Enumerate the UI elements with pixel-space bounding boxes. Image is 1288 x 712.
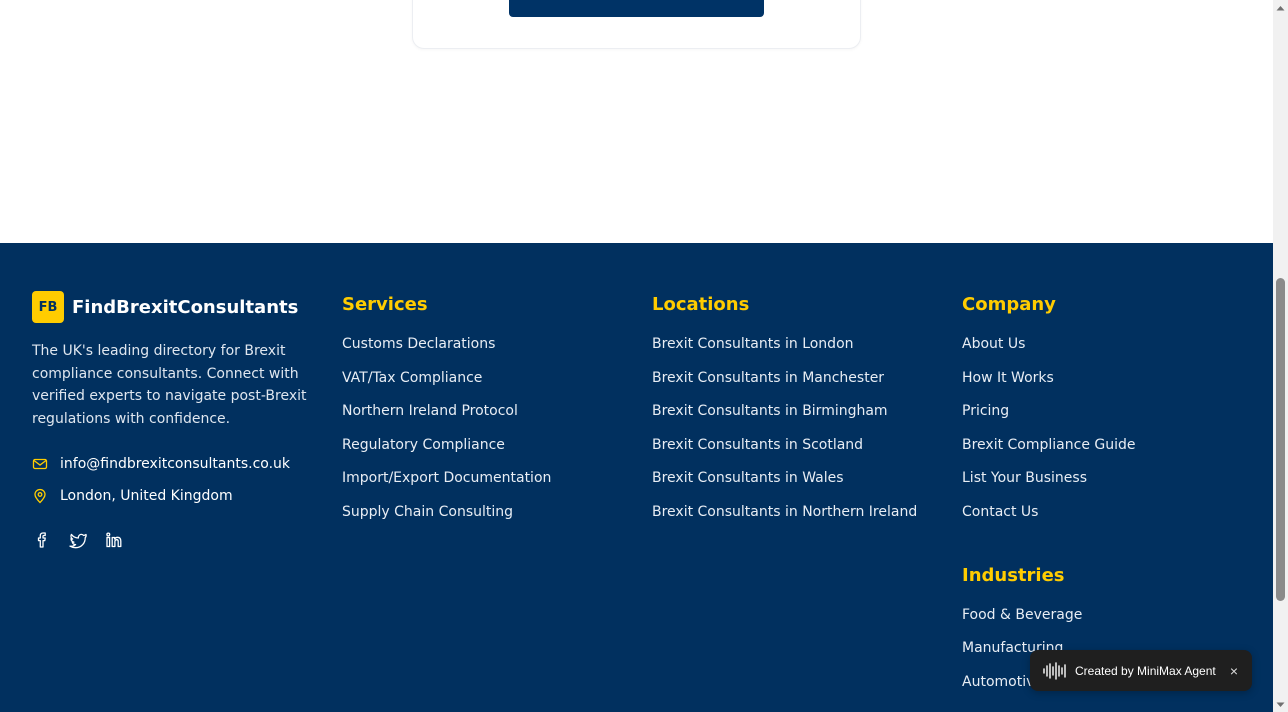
footer-link[interactable]: Brexit Compliance Guide [962, 436, 1252, 470]
mail-icon [32, 456, 48, 472]
contact-email-text: info@findbrexitconsultants.co.uk [60, 455, 291, 472]
brand-logo: FB [32, 291, 64, 323]
locations-heading: Locations [652, 294, 750, 315]
map-pin-icon [32, 488, 48, 504]
footer-link[interactable]: VAT/Tax Compliance [342, 369, 632, 403]
company-link-contact[interactable]: Contact Us [962, 504, 1038, 520]
company-link-pricing[interactable]: Pricing [962, 403, 1009, 419]
footer-link[interactable]: Brexit Consultants in London [652, 335, 942, 369]
locations-link-scotland[interactable]: Brexit Consultants in Scotland [652, 437, 863, 453]
contact-location: London, United Kingdom [32, 486, 317, 506]
locations-link-manchester[interactable]: Brexit Consultants in Manchester [652, 370, 884, 386]
services-link-import-export[interactable]: Import/Export Documentation [342, 470, 551, 486]
company-link-about[interactable]: About Us [962, 336, 1025, 352]
footer-link[interactable]: Northern Ireland Protocol [342, 402, 632, 436]
footer-company-column: Company About Us How It Works Pricing Br… [962, 291, 1252, 706]
footer-link[interactable]: Import/Export Documentation [342, 469, 632, 503]
contact-location-text: London, United Kingdom [60, 487, 233, 504]
vertical-scrollbar[interactable] [1273, 0, 1288, 712]
footer-link[interactable]: Regulatory Compliance [342, 436, 632, 470]
close-icon[interactable]: × [1230, 663, 1238, 679]
facebook-icon[interactable] [32, 530, 52, 550]
services-link-ni-protocol[interactable]: Northern Ireland Protocol [342, 403, 518, 419]
footer-link[interactable]: Food & Beverage [962, 606, 1252, 640]
locations-links: Brexit Consultants in London Brexit Cons… [652, 335, 942, 537]
footer-link[interactable]: Brexit Consultants in Northern Ireland [652, 503, 942, 537]
footer-link[interactable]: About Us [962, 335, 1252, 369]
company-link-list-business[interactable]: List Your Business [962, 470, 1087, 486]
social-links [32, 530, 317, 550]
footer-link[interactable]: Brexit Consultants in Manchester [652, 369, 942, 403]
soundwave-icon [1042, 661, 1068, 680]
locations-link-london[interactable]: Brexit Consultants in London [652, 336, 854, 352]
footer-link[interactable]: Customs Declarations [342, 335, 632, 369]
services-link-customs[interactable]: Customs Declarations [342, 336, 495, 352]
footer-link[interactable]: Pricing [962, 402, 1252, 436]
company-heading: Company [962, 294, 1056, 315]
site-footer: FB FindBrexitConsultants The UK's leadin… [0, 243, 1273, 712]
services-link-regulatory[interactable]: Regulatory Compliance [342, 437, 505, 453]
scroll-up-arrow-icon[interactable] [1273, 0, 1288, 15]
footer-link[interactable]: Brexit Consultants in Birmingham [652, 402, 942, 436]
footer-link[interactable]: Brexit Consultants in Scotland [652, 436, 942, 470]
company-link-guide[interactable]: Brexit Compliance Guide [962, 437, 1136, 453]
industries-heading: Industries [962, 564, 1065, 586]
locations-link-northern-ireland[interactable]: Brexit Consultants in Northern Ireland [652, 504, 917, 520]
page: FB FindBrexitConsultants The UK's leadin… [0, 0, 1273, 712]
badge-text: Created by MiniMax Agent [1075, 663, 1216, 678]
card-action-button[interactable] [509, 0, 764, 17]
footer-link[interactable]: Supply Chain Consulting [342, 503, 632, 537]
footer-brand-column: FB FindBrexitConsultants The UK's leadin… [32, 291, 317, 550]
twitter-icon[interactable] [68, 530, 88, 550]
brand-name: FindBrexitConsultants [72, 296, 299, 318]
scrollbar-thumb[interactable] [1276, 278, 1285, 601]
created-by-badge[interactable]: Created by MiniMax Agent × [1030, 650, 1252, 691]
footer-link[interactable]: How It Works [962, 369, 1252, 403]
footer-link[interactable]: List Your Business [962, 469, 1252, 503]
company-links: About Us How It Works Pricing Brexit Com… [962, 335, 1252, 537]
services-link-supply-chain[interactable]: Supply Chain Consulting [342, 504, 513, 520]
linkedin-icon[interactable] [104, 530, 124, 550]
industries-link-food[interactable]: Food & Beverage [962, 607, 1082, 623]
content-card [412, 0, 861, 49]
services-link-vat[interactable]: VAT/Tax Compliance [342, 370, 482, 386]
footer-locations-column: Locations Brexit Consultants in London B… [652, 291, 942, 537]
brand-description: The UK's leading directory for Brexit co… [32, 343, 307, 428]
footer-brand[interactable]: FB FindBrexitConsultants [32, 291, 317, 323]
footer-link[interactable]: Brexit Consultants in Wales [652, 469, 942, 503]
company-link-how-it-works[interactable]: How It Works [962, 370, 1054, 386]
services-links: Customs Declarations VAT/Tax Compliance … [342, 335, 632, 537]
contact-email[interactable]: info@findbrexitconsultants.co.uk [32, 454, 317, 474]
footer-link[interactable]: Contact Us [962, 503, 1252, 537]
services-heading: Services [342, 294, 428, 315]
locations-link-wales[interactable]: Brexit Consultants in Wales [652, 470, 844, 486]
locations-link-birmingham[interactable]: Brexit Consultants in Birmingham [652, 403, 888, 419]
footer-services-column: Services Customs Declarations VAT/Tax Co… [342, 291, 632, 537]
scroll-down-arrow-icon[interactable] [1273, 697, 1288, 712]
